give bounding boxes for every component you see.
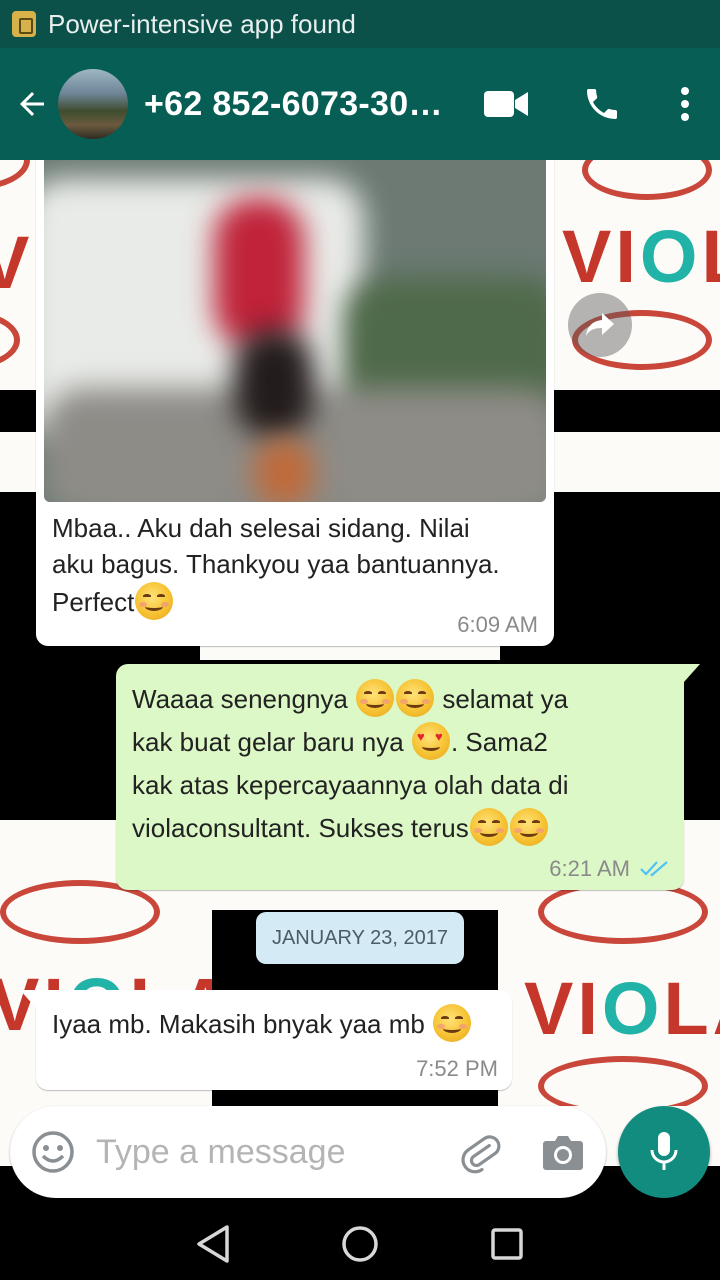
- nav-back-button[interactable]: [183, 1214, 243, 1274]
- video-call-icon: [484, 91, 528, 117]
- bubble-tail: [20, 990, 36, 1008]
- attach-icon: [461, 1135, 501, 1174]
- message-text: violaconsultant. Sukses terus: [132, 813, 469, 843]
- wallpaper-tile: VIOLA: [498, 866, 720, 1106]
- smiling-emoji-icon: [469, 808, 508, 846]
- video-call-button[interactable]: [458, 48, 554, 160]
- message-bubble-incoming[interactable]: Iyaa mb. Makasih bnyak yaa mb 7:52 PM: [36, 990, 512, 1090]
- date-separator: JANUARY 23, 2017: [256, 912, 464, 964]
- message-text: Waaaa senengnya: [132, 684, 356, 714]
- nav-home-button[interactable]: [330, 1214, 390, 1274]
- bubble-tail: [684, 664, 700, 682]
- message-text: kak atas kepercayaannya olah data di: [132, 770, 569, 800]
- more-vertical-icon: [681, 87, 689, 121]
- emoji-button[interactable]: [10, 1106, 96, 1198]
- smiling-emoji-icon: [396, 679, 435, 717]
- status-notification-text: Power-intensive app found: [48, 8, 356, 39]
- smiling-blush-emoji-icon: [433, 1004, 472, 1042]
- attach-button[interactable]: [440, 1106, 520, 1198]
- status-bar: Power-intensive app found: [0, 0, 720, 48]
- emoji-icon: [32, 1131, 74, 1173]
- message-text: Iyaa mb. Makasih bnyak yaa mb: [52, 1009, 433, 1039]
- system-nav-bar: [0, 1208, 720, 1280]
- chat-area: VI VIOLA VIOLA VIOLA VIOLA Mbaa.. Aku da…: [0, 160, 720, 1208]
- message-photo[interactable]: [44, 160, 546, 502]
- contact-name[interactable]: +62 852-6073-30…: [144, 85, 444, 124]
- message-time: 7:52 PM: [416, 1056, 498, 1081]
- nav-recents-icon: [490, 1228, 523, 1260]
- message-text: aku bagus. Thankyou yaa bantuannya.: [52, 549, 500, 579]
- more-options-button[interactable]: [650, 48, 720, 160]
- message-input[interactable]: Type a message: [96, 1133, 440, 1172]
- message-time: 6:21 AM: [549, 856, 630, 881]
- camera-icon: [543, 1136, 583, 1170]
- double-check-icon: [640, 861, 668, 877]
- back-arrow-icon: [20, 92, 44, 116]
- message-text: Mbaa.. Aku dah selesai sidang. Nilai: [52, 513, 470, 543]
- camera-button[interactable]: [520, 1106, 606, 1198]
- nav-back-icon: [197, 1225, 230, 1263]
- phone-icon: [587, 89, 617, 119]
- message-text: . Sama2: [450, 727, 548, 757]
- voice-record-button[interactable]: [618, 1106, 710, 1198]
- battery-warning-icon: [12, 11, 36, 37]
- message-composer: Type a message: [10, 1106, 606, 1198]
- heart-eyes-emoji-icon: ♥ ♥: [411, 722, 450, 760]
- message-text: selamat ya: [435, 684, 569, 714]
- chat-header: +62 852-6073-30…: [0, 48, 720, 160]
- nav-home-icon: [342, 1226, 378, 1262]
- back-button[interactable]: [4, 48, 60, 160]
- message-text: kak buat gelar baru nya: [132, 727, 411, 757]
- message-bubble-incoming[interactable]: Mbaa.. Aku dah selesai sidang. Nilai aku…: [36, 160, 554, 646]
- smiling-blush-emoji-icon: [135, 582, 174, 620]
- forward-button[interactable]: [568, 293, 632, 357]
- smiling-emoji-icon: [509, 808, 548, 846]
- voice-call-button[interactable]: [554, 48, 650, 160]
- message-bubble-outgoing[interactable]: Waaaa senengnya selamat ya kak buat gela…: [116, 664, 684, 890]
- contact-avatar[interactable]: [58, 69, 128, 139]
- wallpaper-tile: VIOLA: [552, 160, 720, 390]
- smiling-emoji-icon: [356, 679, 395, 717]
- share-forward-icon: [586, 313, 614, 336]
- mic-icon: [650, 1132, 678, 1170]
- message-time: 6:09 AM: [457, 612, 538, 637]
- message-text: Perfect: [52, 587, 135, 617]
- nav-recents-button[interactable]: [477, 1214, 537, 1274]
